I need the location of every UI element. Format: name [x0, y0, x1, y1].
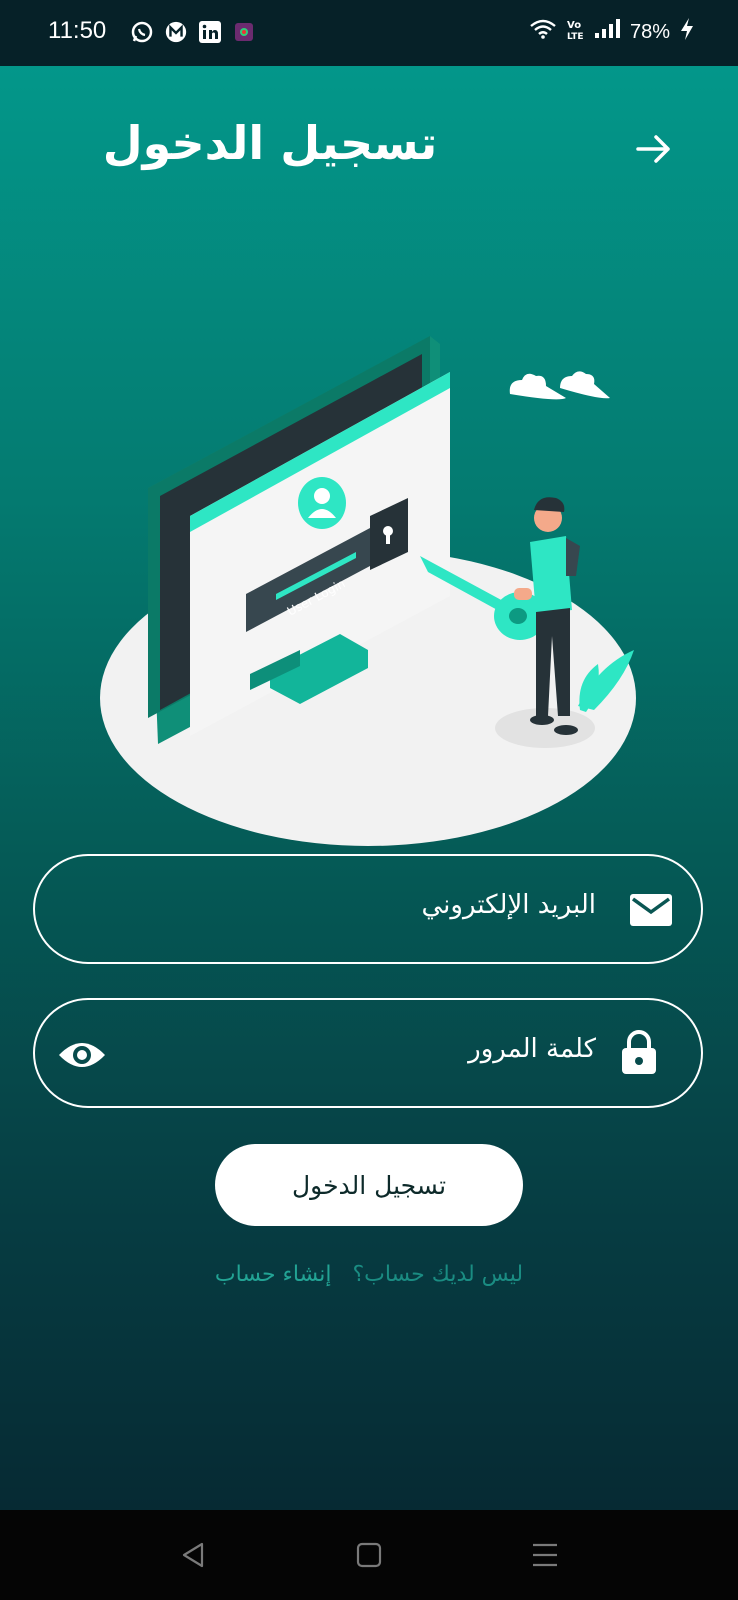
- volte-icon: Vo LTE: [566, 18, 584, 46]
- wifi-icon: [530, 19, 556, 45]
- email-placeholder: البريد الإلكتروني: [421, 890, 596, 920]
- status-time: 11:50: [48, 17, 107, 44]
- triangle-back-icon[interactable]: [178, 1540, 208, 1570]
- signup-prompt: ليس لديك حساب؟: [352, 1262, 524, 1287]
- menu-lines-icon[interactable]: [530, 1540, 560, 1570]
- threads-icon: [164, 20, 188, 44]
- svg-text:LTE: LTE: [567, 32, 584, 40]
- whatsapp-icon: [130, 20, 154, 44]
- notification-icons: [130, 20, 256, 44]
- email-field[interactable]: البريد الإلكتروني: [33, 854, 703, 964]
- system-status: Vo LTE 78%: [530, 18, 694, 46]
- signal-icon: [594, 19, 620, 45]
- signup-row: ليس لديك حساب؟ إنشاء حساب: [0, 1262, 738, 1287]
- create-account-link[interactable]: إنشاء حساب: [215, 1262, 332, 1287]
- login-screen: تسجيل الدخول User Login البريد الإلكترون…: [0, 66, 738, 1510]
- lock-icon: [619, 1028, 667, 1076]
- linkedin-icon: [198, 20, 222, 44]
- svg-text:Vo: Vo: [567, 20, 581, 31]
- battery-charging-icon: [680, 18, 694, 46]
- computer-login-illustration: User Login: [90, 266, 650, 866]
- status-bar: 11:50 Vo LTE 78%: [0, 0, 738, 66]
- password-placeholder: كلمة المرور: [468, 1034, 596, 1064]
- page-title: تسجيل الدخول: [102, 116, 438, 170]
- square-home-icon[interactable]: [354, 1540, 384, 1570]
- mail-icon: [627, 886, 675, 934]
- arrow-right-icon[interactable]: [634, 129, 674, 169]
- app-icon: [232, 20, 256, 44]
- password-field[interactable]: كلمة المرور: [33, 998, 703, 1108]
- eye-icon[interactable]: [57, 1031, 105, 1079]
- battery-text: 78%: [629, 20, 670, 43]
- system-nav-bar: [0, 1510, 738, 1600]
- login-button[interactable]: تسجيل الدخول: [215, 1144, 523, 1226]
